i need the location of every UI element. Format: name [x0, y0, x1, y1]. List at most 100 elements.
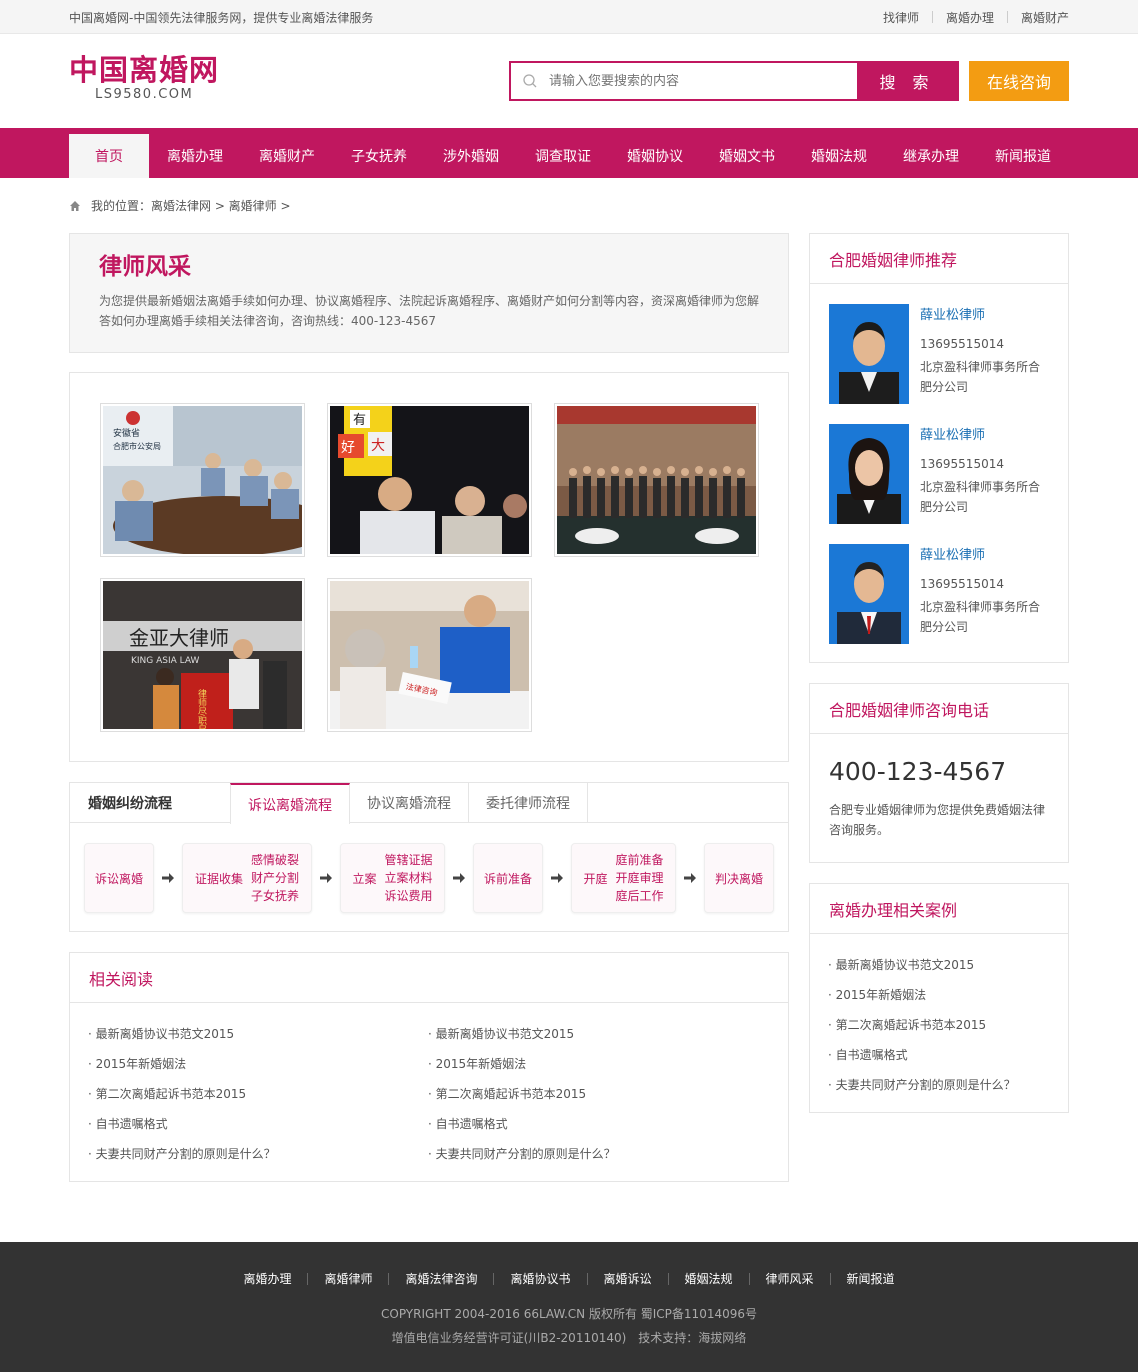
- lawyer-firm: 肥分公司: [920, 620, 969, 634]
- search-button[interactable]: 搜 索: [857, 63, 957, 99]
- intro-title: 律师风采: [99, 254, 191, 280]
- hotline-title: 合肥婚姻律师咨询电话: [810, 684, 1068, 734]
- cases-list: · 最新离婚协议书范文2015 · 2015年新婚姻法 · 第二次离婚起诉书范本…: [810, 934, 1068, 1100]
- related-link[interactable]: · 第二次离婚起诉书范本2015: [88, 1079, 428, 1109]
- gallery-photo[interactable]: 有 好 大: [327, 403, 532, 557]
- nav-documents[interactable]: 婚姻文书: [701, 134, 793, 178]
- photo-sign-text: 好: [341, 440, 355, 456]
- nav-inheritance[interactable]: 继承办理: [885, 134, 977, 178]
- related-link[interactable]: · 2015年新婚姻法: [88, 1049, 428, 1079]
- top-link-property[interactable]: 离婚财产: [1021, 9, 1069, 26]
- lawyer-card[interactable]: 薛业松律师 13695515014 北京盈科律师事务所合 肥分公司: [810, 424, 1068, 544]
- search-box: 搜 索: [509, 61, 959, 101]
- top-bar: 中国离婚网-中国领先法律服务网，提供专业离婚法律服务 找律师 离婚办理 离婚财产: [0, 0, 1138, 34]
- related-link[interactable]: · 自书遗嘱格式: [88, 1109, 428, 1139]
- footer-link[interactable]: 离婚律师: [324, 1270, 372, 1287]
- footer-link[interactable]: 婚姻法规: [685, 1270, 733, 1287]
- related-link[interactable]: · 夫妻共同财产分割的原则是什么？: [88, 1139, 428, 1169]
- flow-step: 诉讼离婚: [84, 843, 154, 913]
- photo-gallery: 安徽省 合肥市公安局 有 好 大 金亚大律师 KING ASIA LAW 律师尽…: [69, 372, 789, 762]
- copyright-text: COPYRIGHT 2004-2016 66LAW.CN 版权所有 蜀ICP备1…: [381, 1307, 757, 1321]
- lawyer-name[interactable]: 薛业松律师: [920, 426, 1040, 446]
- photo-sign-text: 金亚大律师: [129, 626, 229, 650]
- main-nav: 首页 离婚办理 离婚财产 子女抚养 涉外婚姻 调查取证 婚姻协议 婚姻文书 婚姻…: [0, 128, 1138, 178]
- flow-title: 婚姻纠纷流程: [88, 795, 172, 812]
- related-title: 相关阅读: [70, 953, 788, 1003]
- case-link[interactable]: · 第二次离婚起诉书范本2015: [828, 1010, 1068, 1040]
- hotline-panel: 合肥婚姻律师咨询电话 400-123-4567 合肥专业婚姻律师为您提供免费婚姻…: [809, 683, 1069, 863]
- nav-laws[interactable]: 婚姻法规: [793, 134, 885, 178]
- related-link[interactable]: · 2015年新婚姻法: [428, 1049, 768, 1079]
- site-logo[interactable]: 中国离婚网 LS9580.COM: [69, 52, 219, 102]
- related-link[interactable]: · 夫妻共同财产分割的原则是什么？: [428, 1139, 768, 1169]
- nav-agreement[interactable]: 婚姻协议: [609, 134, 701, 178]
- nav-divorce[interactable]: 离婚办理: [149, 134, 241, 178]
- photo-sign-text: 大: [371, 438, 385, 454]
- case-link[interactable]: · 夫妻共同财产分割的原则是什么？: [828, 1070, 1068, 1100]
- related-link[interactable]: · 第二次离婚起诉书范本2015: [428, 1079, 768, 1109]
- footer-link[interactable]: 离婚协议书: [510, 1270, 570, 1287]
- hotline-desc: 合肥专业婚姻律师为您提供免费婚姻法律咨询服务。: [829, 803, 1046, 837]
- top-links: 找律师 离婚办理 离婚财产: [883, 9, 1069, 26]
- gallery-photo[interactable]: [554, 403, 759, 557]
- related-reading-panel: 相关阅读 · 最新离婚协议书范文2015 · 2015年新婚姻法 · 第二次离婚…: [69, 952, 789, 1182]
- nav-news[interactable]: 新闻报道: [977, 134, 1069, 178]
- lawyer-photo[interactable]: [829, 424, 909, 524]
- nav-foreign[interactable]: 涉外婚姻: [425, 134, 517, 178]
- photo-sign-text: KING ASIA LAW: [131, 656, 200, 666]
- arrow-right-icon: [312, 871, 340, 885]
- case-link[interactable]: · 最新离婚协议书范文2015: [828, 950, 1068, 980]
- case-link[interactable]: · 2015年新婚姻法: [828, 980, 1068, 1010]
- divorce-flow-panel: 婚姻纠纷流程 诉讼离婚流程 协议离婚流程 委托律师流程 诉讼离婚 证据收集 感情破…: [69, 782, 789, 932]
- footer-link[interactable]: 离婚诉讼: [604, 1270, 652, 1287]
- online-consult-button[interactable]: 在线咨询: [969, 61, 1069, 101]
- gallery-photo[interactable]: 法律咨询: [327, 578, 532, 732]
- arrow-right-icon: [543, 871, 571, 885]
- footer: 离婚办理 离婚律师 离婚法律咨询 离婚协议书 离婚诉讼 婚姻法规 律师风采 新闻…: [0, 1242, 1138, 1372]
- lawyer-name[interactable]: 薛业松律师: [920, 546, 1040, 566]
- breadcrumb-text: 我的位置：离婚法律网 > 离婚律师 >: [91, 199, 291, 213]
- footer-link[interactable]: 律师风采: [766, 1270, 814, 1287]
- home-icon[interactable]: [69, 200, 81, 212]
- lawyer-card[interactable]: 薛业松律师 13695515014 北京盈科律师事务所合 肥分公司: [810, 544, 1068, 664]
- nav-investigation[interactable]: 调查取证: [517, 134, 609, 178]
- nav-home[interactable]: 首页: [69, 134, 149, 178]
- site-slogan: 中国离婚网-中国领先法律服务网，提供专业离婚法律服务: [69, 10, 374, 25]
- footer-links: 离婚办理 离婚律师 离婚法律咨询 离婚协议书 离婚诉讼 婚姻法规 律师风采 新闻…: [0, 1242, 1138, 1287]
- gallery-photo[interactable]: 安徽省 合肥市公安局: [100, 403, 305, 557]
- flow-step: 诉前准备: [473, 843, 543, 913]
- related-list-right: · 最新离婚协议书范文2015 · 2015年新婚姻法 · 第二次离婚起诉书范本…: [428, 1019, 768, 1169]
- tab-litigation-flow[interactable]: 诉讼离婚流程: [230, 783, 350, 824]
- tab-lawyer-flow[interactable]: 委托律师流程: [469, 783, 588, 823]
- arrow-right-icon: [154, 871, 182, 885]
- breadcrumb: 我的位置：离婚法律网 > 离婚律师 >: [69, 178, 1069, 233]
- search-input[interactable]: [549, 63, 857, 99]
- lawyer-phone: 13695515014: [920, 337, 1004, 351]
- tab-agreement-flow[interactable]: 协议离婚流程: [350, 783, 469, 823]
- lawyer-photo[interactable]: [829, 544, 909, 644]
- lawyer-phone: 13695515014: [920, 457, 1004, 471]
- lawyer-recommend-title: 合肥婚姻律师推荐: [810, 234, 1068, 284]
- search-icon: [511, 63, 549, 99]
- intro-panel: 律师风采 为您提供最新婚姻法离婚手续如何办理、协议离婚程序、法院起诉离婚程序、离…: [69, 233, 789, 353]
- related-link[interactable]: · 最新离婚协议书范文2015: [88, 1019, 428, 1049]
- flow-tabs: 婚姻纠纷流程 诉讼离婚流程 协议离婚流程 委托律师流程: [70, 783, 788, 824]
- lawyer-photo[interactable]: [829, 304, 909, 404]
- footer-link[interactable]: 离婚办理: [243, 1270, 291, 1287]
- lawyer-card[interactable]: 薛业松律师 13695515014 北京盈科律师事务所合 肥分公司: [810, 304, 1068, 424]
- lawyer-firm: 北京盈科律师事务所合: [920, 600, 1041, 614]
- cases-panel: 离婚办理相关案例 · 最新离婚协议书范文2015 · 2015年新婚姻法 · 第…: [809, 883, 1069, 1113]
- footer-link[interactable]: 离婚法律咨询: [405, 1270, 477, 1287]
- gallery-photo[interactable]: 金亚大律师 KING ASIA LAW 律师尽职尽: [100, 578, 305, 732]
- related-link[interactable]: · 自书遗嘱格式: [428, 1109, 768, 1139]
- nav-custody[interactable]: 子女抚养: [333, 134, 425, 178]
- top-link-divorce[interactable]: 离婚办理: [946, 9, 994, 26]
- lawyer-firm: 北京盈科律师事务所合: [920, 360, 1041, 374]
- flow-step: 开庭 庭前准备 开庭审理 庭后工作: [571, 843, 676, 913]
- footer-link[interactable]: 新闻报道: [847, 1270, 895, 1287]
- lawyer-name[interactable]: 薛业松律师: [920, 306, 1040, 326]
- case-link[interactable]: · 自书遗嘱格式: [828, 1040, 1068, 1070]
- top-link-find-lawyer[interactable]: 找律师: [883, 9, 919, 26]
- nav-property[interactable]: 离婚财产: [241, 134, 333, 178]
- related-link[interactable]: · 最新离婚协议书范文2015: [428, 1019, 768, 1049]
